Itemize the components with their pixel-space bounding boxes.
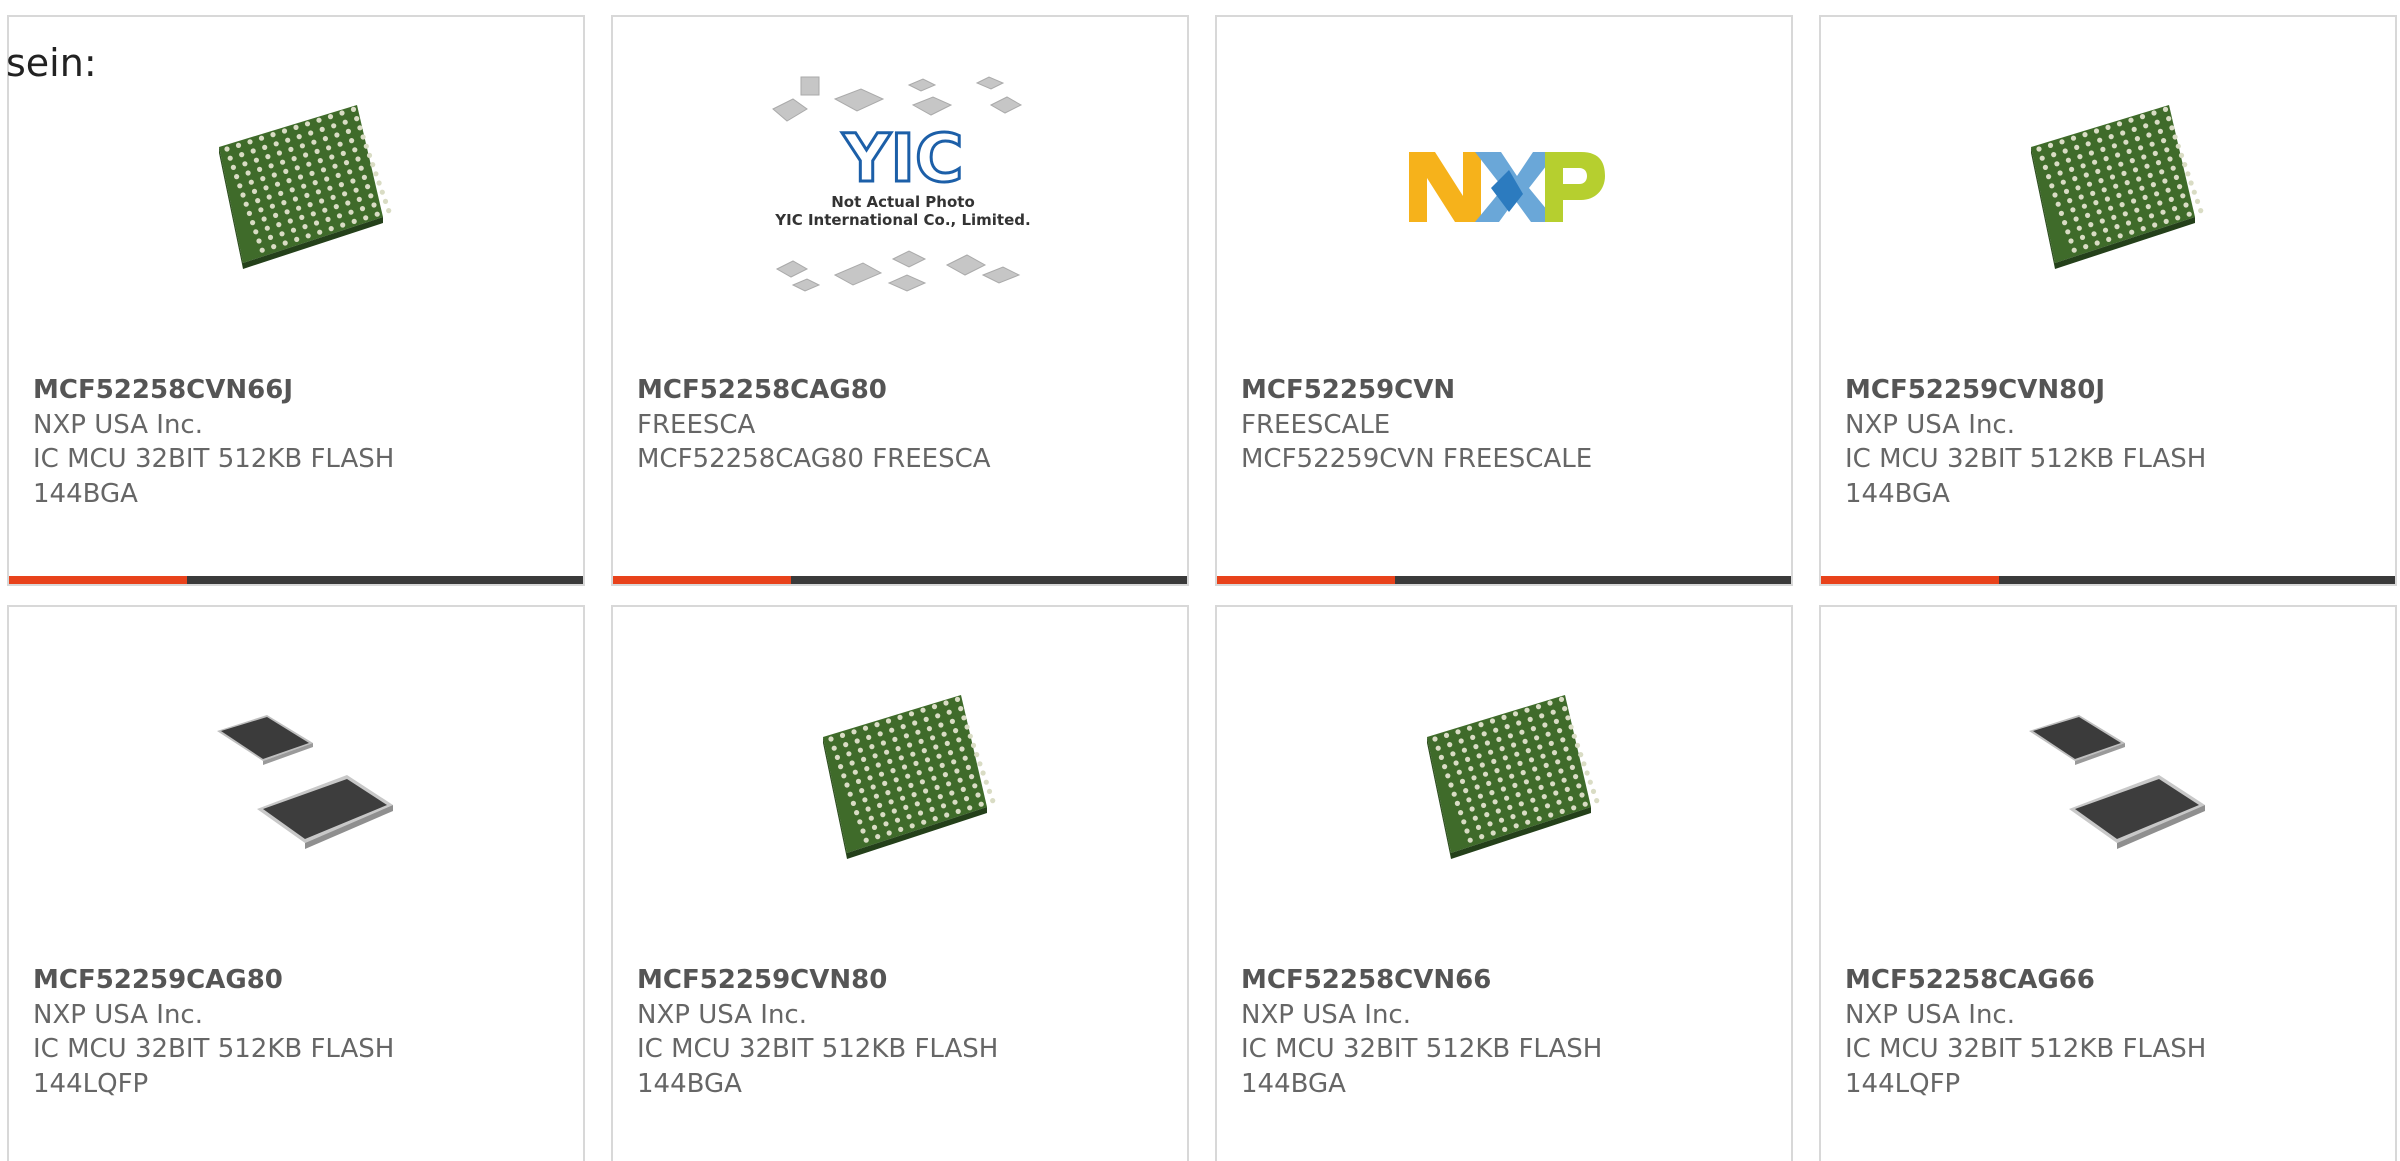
description: MCF52259CVN FREESCALE xyxy=(1241,444,1593,474)
product-card[interactable]: MCF52258CVN66J NXP USA Inc. IC MCU 32BIT… xyxy=(7,15,585,586)
part-number-link[interactable]: MCF52258CAG66 xyxy=(1845,963,2385,998)
product-image[interactable] xyxy=(2007,87,2211,287)
bga-chip-icon xyxy=(2031,105,2204,269)
manufacturer: NXP USA Inc. xyxy=(1845,999,2015,1030)
svg-text:Not Actual Photo: Not Actual Photo xyxy=(831,193,975,211)
card-bottom-bar xyxy=(9,576,583,584)
product-info: MCF52259CVN80J NXP USA Inc. IC MCU 32BIT… xyxy=(1845,373,2385,511)
manufacturer: NXP USA Inc. xyxy=(33,999,203,1030)
description: IC MCU 32BIT 512KB FLASH 144BGA xyxy=(637,1034,999,1099)
part-number-link[interactable]: MCF52259CAG80 xyxy=(33,963,573,998)
card-accent-bar xyxy=(9,576,187,584)
part-number-link[interactable]: MCF52258CVN66J xyxy=(33,373,573,408)
description: IC MCU 32BIT 512KB FLASH 144LQFP xyxy=(33,1034,395,1099)
product-image[interactable] xyxy=(195,677,399,877)
manufacturer: NXP USA Inc. xyxy=(637,999,807,1030)
product-card[interactable]: MCF52259CVN80 NXP USA Inc. IC MCU 32BIT … xyxy=(611,605,1189,1161)
manufacturer: NXP USA Inc. xyxy=(1241,999,1411,1030)
product-card[interactable]: MCF52258CVN66 NXP USA Inc. IC MCU 32BIT … xyxy=(1215,605,1793,1161)
part-number-link[interactable]: MCF52258CAG80 xyxy=(637,373,1177,408)
product-card[interactable]: MCF52259CAG80 NXP USA Inc. IC MCU 32BIT … xyxy=(7,605,585,1161)
card-accent-bar xyxy=(1821,576,1999,584)
description: IC MCU 32BIT 512KB FLASH 144BGA xyxy=(33,444,395,509)
description: MCF52258CAG80 FREESCA xyxy=(637,444,991,474)
nxp-logo-icon xyxy=(1409,152,1605,222)
manufacturer: NXP USA Inc. xyxy=(33,409,203,440)
product-info: MCF52258CAG66 NXP USA Inc. IC MCU 32BIT … xyxy=(1845,963,2385,1101)
part-number-link[interactable]: MCF52259CVN xyxy=(1241,373,1781,408)
card-bottom-bar xyxy=(1217,576,1791,584)
lqfp-chip-icon xyxy=(2029,715,2205,849)
lqfp-chip-icon xyxy=(217,715,393,849)
part-number-link[interactable]: MCF52259CVN80J xyxy=(1845,373,2385,408)
product-card[interactable]: MCF52259CVN FREESCALE MCF52259CVN FREESC… xyxy=(1215,15,1793,586)
product-info: MCF52259CAG80 NXP USA Inc. IC MCU 32BIT … xyxy=(33,963,573,1101)
manufacturer: FREESCALE xyxy=(1241,409,1391,440)
product-info: MCF52259CVN80 NXP USA Inc. IC MCU 32BIT … xyxy=(637,963,1177,1101)
part-number-link[interactable]: MCF52258CVN66 xyxy=(1241,963,1781,998)
product-info: MCF52258CVN66 NXP USA Inc. IC MCU 32BIT … xyxy=(1241,963,1781,1101)
product-image[interactable] xyxy=(1403,677,1607,877)
card-accent-bar xyxy=(613,576,791,584)
product-image[interactable] xyxy=(195,87,399,287)
product-image[interactable]: YIC Not Actual Photo YIC International C… xyxy=(763,69,1043,309)
card-bottom-bar xyxy=(613,576,1187,584)
bga-chip-icon xyxy=(1427,695,1600,859)
product-info: MCF52259CVN FREESCALE MCF52259CVN FREESC… xyxy=(1241,373,1781,477)
manufacturer: FREESCA xyxy=(637,409,756,440)
svg-text:YIC: YIC xyxy=(842,120,964,197)
product-image[interactable] xyxy=(2007,677,2211,877)
product-grid-page: sein: MCF52258CVN66J NXP USA Inc. IC MCU… xyxy=(0,0,2400,1161)
product-card[interactable]: MCF52259CVN80J NXP USA Inc. IC MCU 32BIT… xyxy=(1819,15,2397,586)
bga-chip-icon xyxy=(823,695,996,859)
product-card[interactable]: YIC Not Actual Photo YIC International C… xyxy=(611,15,1189,586)
product-image[interactable] xyxy=(799,677,1003,877)
description: IC MCU 32BIT 512KB FLASH 144LQFP xyxy=(1845,1034,2207,1099)
card-accent-bar xyxy=(1217,576,1395,584)
product-image[interactable] xyxy=(1403,87,1607,287)
section-heading: sein: xyxy=(6,41,97,85)
yic-placeholder-icon: YIC Not Actual Photo YIC International C… xyxy=(772,76,1031,292)
product-info: MCF52258CVN66J NXP USA Inc. IC MCU 32BIT… xyxy=(33,373,573,511)
part-number-link[interactable]: MCF52259CVN80 xyxy=(637,963,1177,998)
product-info: MCF52258CAG80 FREESCA MCF52258CAG80 FREE… xyxy=(637,373,1177,477)
manufacturer: NXP USA Inc. xyxy=(1845,409,2015,440)
description: IC MCU 32BIT 512KB FLASH 144BGA xyxy=(1845,444,2207,509)
card-bottom-bar xyxy=(1821,576,2395,584)
svg-text:YIC International Co., Limited: YIC International Co., Limited. xyxy=(774,211,1030,229)
bga-chip-icon xyxy=(219,105,392,269)
product-card[interactable]: MCF52258CAG66 NXP USA Inc. IC MCU 32BIT … xyxy=(1819,605,2397,1161)
description: IC MCU 32BIT 512KB FLASH 144BGA xyxy=(1241,1034,1603,1099)
